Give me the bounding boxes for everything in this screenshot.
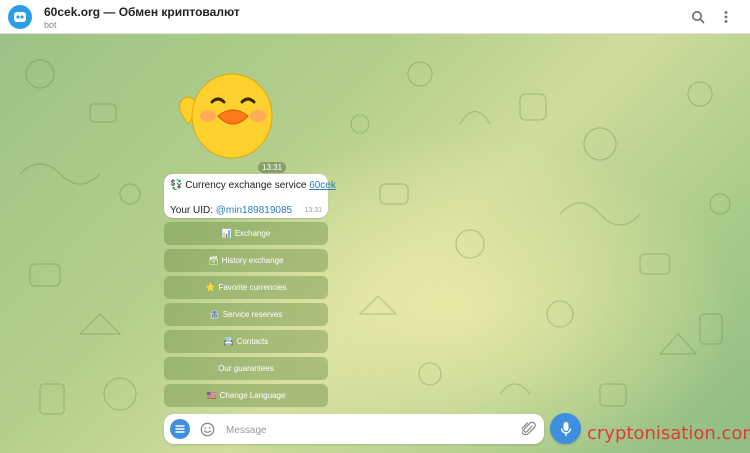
chart-emoji-icon: 📊 — [221, 229, 232, 238]
archive-emoji-icon: 🗃 — [208, 256, 219, 265]
history-exchange-button[interactable]: 🗃 History exchange — [164, 249, 328, 272]
bot-menu-button[interactable] — [170, 419, 190, 439]
change-language-button-label: Change Language — [219, 391, 286, 400]
exchange-emoji-icon: 💱 — [170, 180, 183, 191]
contacts-emoji-icon: 📇 — [223, 337, 234, 346]
emoji-button[interactable] — [198, 420, 216, 438]
message-line-service: 💱 Currency exchange service 60cek — [170, 180, 336, 191]
search-icon — [692, 11, 705, 24]
more-options-button[interactable] — [717, 8, 735, 26]
exchange-button[interactable]: 📊 Exchange — [164, 222, 328, 245]
flag-emoji-icon: 🇺🇸 — [206, 391, 217, 400]
chat-area: 13:31 💱 Currency exchange service 60cek … — [0, 34, 750, 453]
smiley-icon — [200, 422, 214, 436]
favorite-currencies-button-label: Favorite currencies — [218, 283, 287, 292]
uid-value[interactable]: @min189819085 — [216, 205, 292, 216]
star-emoji-icon: ⭐ — [205, 283, 216, 292]
attach-button[interactable] — [520, 420, 538, 438]
message-composer — [164, 414, 544, 444]
history-exchange-button-label: History exchange — [221, 256, 284, 265]
contacts-button[interactable]: 📇 Contacts — [164, 330, 328, 353]
bot-message-bubble: 💱 Currency exchange service 60cek Your U… — [164, 174, 336, 218]
change-language-button[interactable]: 🇺🇸 Change Language — [164, 384, 328, 407]
exchange-button-label: Exchange — [234, 229, 271, 238]
service-reserves-button[interactable]: 🏦 Service reserves — [164, 303, 328, 326]
search-button[interactable] — [689, 8, 707, 26]
uid-label: Your UID: — [170, 205, 213, 216]
our-guarantees-button[interactable]: Our guarantees — [164, 357, 328, 380]
background-doodles — [19, 59, 731, 415]
bot-avatar[interactable] — [8, 5, 32, 29]
chat-title[interactable]: 60cek.org — Обмен криптовалют — [44, 5, 240, 19]
voice-record-button[interactable] — [550, 413, 581, 444]
sticker-time: 13:31 — [258, 162, 287, 173]
duck-sticker-icon[interactable] — [170, 54, 290, 166]
chat-header: 60cek.org — Обмен криптовалют bot — [0, 0, 750, 34]
favorite-currencies-button[interactable]: ⭐ Favorite currencies — [164, 276, 328, 299]
bank-emoji-icon: 🏦 — [209, 310, 220, 319]
service-reserves-button-label: Service reserves — [222, 310, 283, 319]
microphone-icon — [560, 421, 571, 436]
message-service-text: Currency exchange service — [185, 180, 307, 191]
chat-subtitle: bot — [44, 20, 57, 30]
service-link[interactable]: 60cek — [309, 180, 336, 191]
our-guarantees-button-label: Our guarantees — [218, 364, 274, 373]
paperclip-icon — [522, 421, 536, 436]
message-time: 13:31 — [304, 207, 322, 214]
message-line-uid: Your UID: @min189819085 — [170, 205, 292, 216]
bot-logo-icon — [14, 12, 26, 22]
more-vertical-icon — [724, 11, 728, 23]
menu-icon — [175, 425, 185, 433]
message-input[interactable] — [224, 420, 508, 440]
contacts-button-label: Contacts — [236, 337, 269, 346]
watermark-text: cryptonisation.com — [587, 423, 750, 444]
